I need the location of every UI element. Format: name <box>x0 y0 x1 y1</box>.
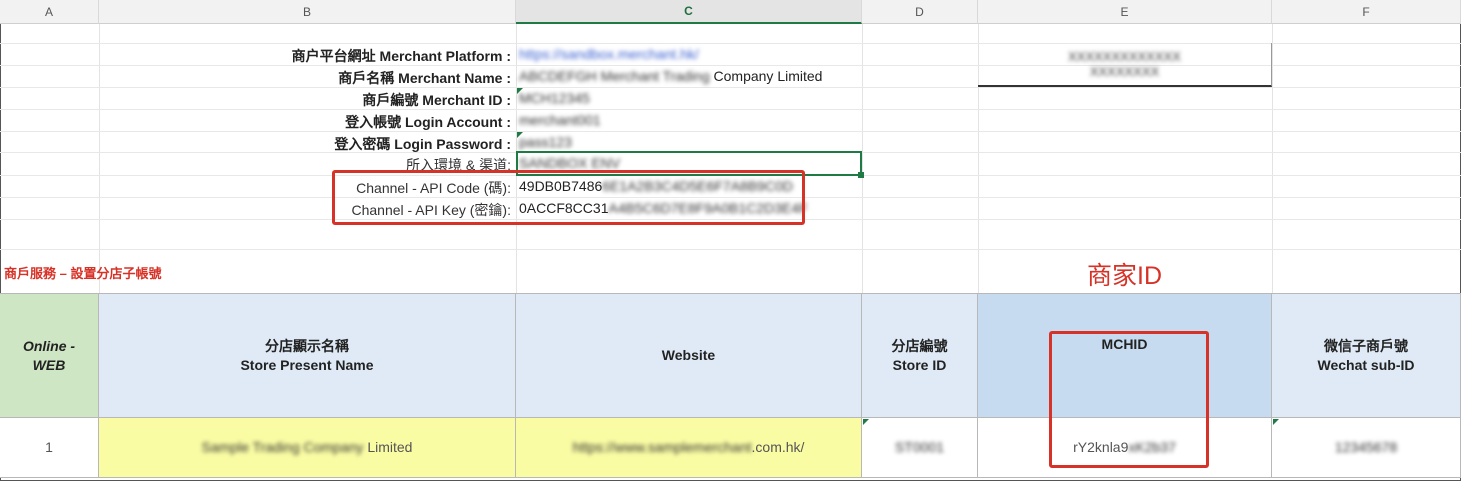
store-name-redacted: Sample Trading Company <box>201 439 364 455</box>
wechat-header-zh: 微信子商戶號 <box>1324 337 1408 354</box>
website-header-label: Website <box>661 347 716 363</box>
store-name-header-zh: 分店顯示名稱 <box>265 337 349 354</box>
store-name-suffix: Limited <box>367 439 413 455</box>
merchant-id-annotation: 商家ID <box>1087 262 1163 290</box>
column-header-b[interactable]: B <box>99 0 516 24</box>
api-credentials-highlight <box>332 170 805 225</box>
website-redacted: https://www.samplemerchant <box>572 439 752 455</box>
merchant-id-value[interactable]: MCH12345 <box>519 90 590 106</box>
merchant-name-value[interactable]: ABCDEFGH Merchant Trading Company Limite… <box>519 68 822 84</box>
website-suffix: .com.hk/ <box>751 439 805 455</box>
row-index-cell[interactable]: 1 <box>0 418 99 478</box>
online-web-label: Online - WEB <box>22 337 76 373</box>
column-header-f[interactable]: F <box>1272 0 1461 24</box>
wechat-header-en: Wechat sub-ID <box>1317 356 1415 373</box>
grid-line <box>0 131 1461 132</box>
login-account-label: 登入帳號 Login Account : <box>345 114 511 130</box>
store-id-cell[interactable]: ST0001 <box>862 418 978 478</box>
merchant-platform-value[interactable]: https://sandbox.merchant.hk/ <box>519 46 699 62</box>
comment-indicator[interactable] <box>1273 419 1279 425</box>
login-password-value[interactable]: pass123 <box>519 134 572 150</box>
mchid-highlight <box>1049 331 1209 468</box>
online-web-header[interactable]: Online - WEB <box>0 293 99 418</box>
column-header-a[interactable]: A <box>0 0 99 24</box>
redacted-side-box: XXXXXXXXXXXXX XXXXXXXX <box>978 43 1272 87</box>
store-name-cell[interactable]: Sample Trading Company Limited <box>99 418 516 478</box>
login-account-value[interactable]: merchant001 <box>519 112 601 128</box>
column-header-e[interactable]: E <box>978 0 1272 24</box>
fill-handle[interactable] <box>858 172 864 178</box>
grid-line <box>0 87 1461 88</box>
column-header-c[interactable]: C <box>516 0 862 24</box>
wechat-sub-id-cell[interactable]: 12345678 <box>1272 418 1461 478</box>
comment-indicator[interactable] <box>517 88 523 94</box>
merchant-platform-url[interactable]: https://sandbox.merchant.hk/ <box>519 46 699 62</box>
grid-line <box>0 109 1461 110</box>
side-box-line: XXXXXXXXXXXXX <box>1068 49 1181 64</box>
website-cell[interactable]: https://www.samplemerchant .com.hk/ <box>516 418 862 478</box>
section-title: 商戶服務 – 設置分店子帳號 <box>4 266 162 281</box>
comment-indicator[interactable] <box>863 419 869 425</box>
store-id-header-en: Store ID <box>892 356 947 373</box>
store-id-header-zh: 分店編號 <box>891 337 948 354</box>
comment-indicator[interactable] <box>517 132 523 138</box>
merchant-name-suffix: Company Limited <box>713 68 823 84</box>
merchant-platform-label: 商户平台網址 Merchant Platform : <box>291 48 511 64</box>
merchant-id-label: 商戶編號 Merchant ID : <box>362 92 511 108</box>
store-id-value: ST0001 <box>894 439 945 455</box>
website-header[interactable]: Website <box>516 293 862 418</box>
column-header-d[interactable]: D <box>862 0 978 24</box>
login-password-label: 登入密碼 Login Password : <box>334 136 511 152</box>
store-id-header[interactable]: 分店編號 Store ID <box>862 293 978 418</box>
wechat-sub-id-value: 12345678 <box>1334 439 1398 455</box>
store-name-header-en: Store Present Name <box>240 356 374 373</box>
row-index: 1 <box>45 439 53 455</box>
store-name-header[interactable]: 分店顯示名稱 Store Present Name <box>99 293 516 418</box>
wechat-sub-id-header[interactable]: 微信子商戶號 Wechat sub-ID <box>1272 293 1461 418</box>
side-box-line: XXXXXXXX <box>1089 64 1160 79</box>
merchant-name-redacted: ABCDEFGH Merchant Trading <box>519 68 710 84</box>
merchant-name-label: 商戶名稱 Merchant Name : <box>338 70 511 86</box>
grid-line <box>0 249 1461 250</box>
